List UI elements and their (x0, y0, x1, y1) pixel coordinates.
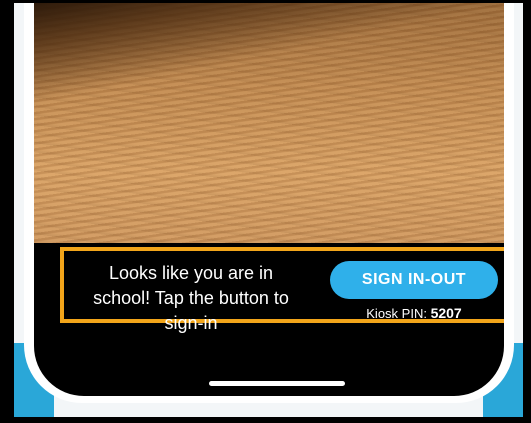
home-indicator[interactable] (209, 381, 345, 386)
sign-in-banner: Looks like you are in school! Tap the bu… (60, 247, 504, 333)
phone-body: Looks like you are in school! Tap the bu… (24, 3, 514, 403)
kiosk-pin-value: 5207 (430, 305, 462, 321)
kiosk-pin: Kiosk PIN: 5207 (330, 305, 498, 321)
screenshot-frame: Looks like you are in school! Tap the bu… (0, 0, 531, 423)
camera-preview (34, 3, 504, 243)
device-background: Looks like you are in school! Tap the bu… (14, 3, 523, 417)
kiosk-pin-label: Kiosk PIN: (366, 306, 427, 321)
sign-in-out-button[interactable]: SIGN IN-OUT (330, 261, 498, 299)
phone-screen: Looks like you are in school! Tap the bu… (34, 3, 504, 396)
banner-message: Looks like you are in school! Tap the bu… (93, 263, 289, 333)
